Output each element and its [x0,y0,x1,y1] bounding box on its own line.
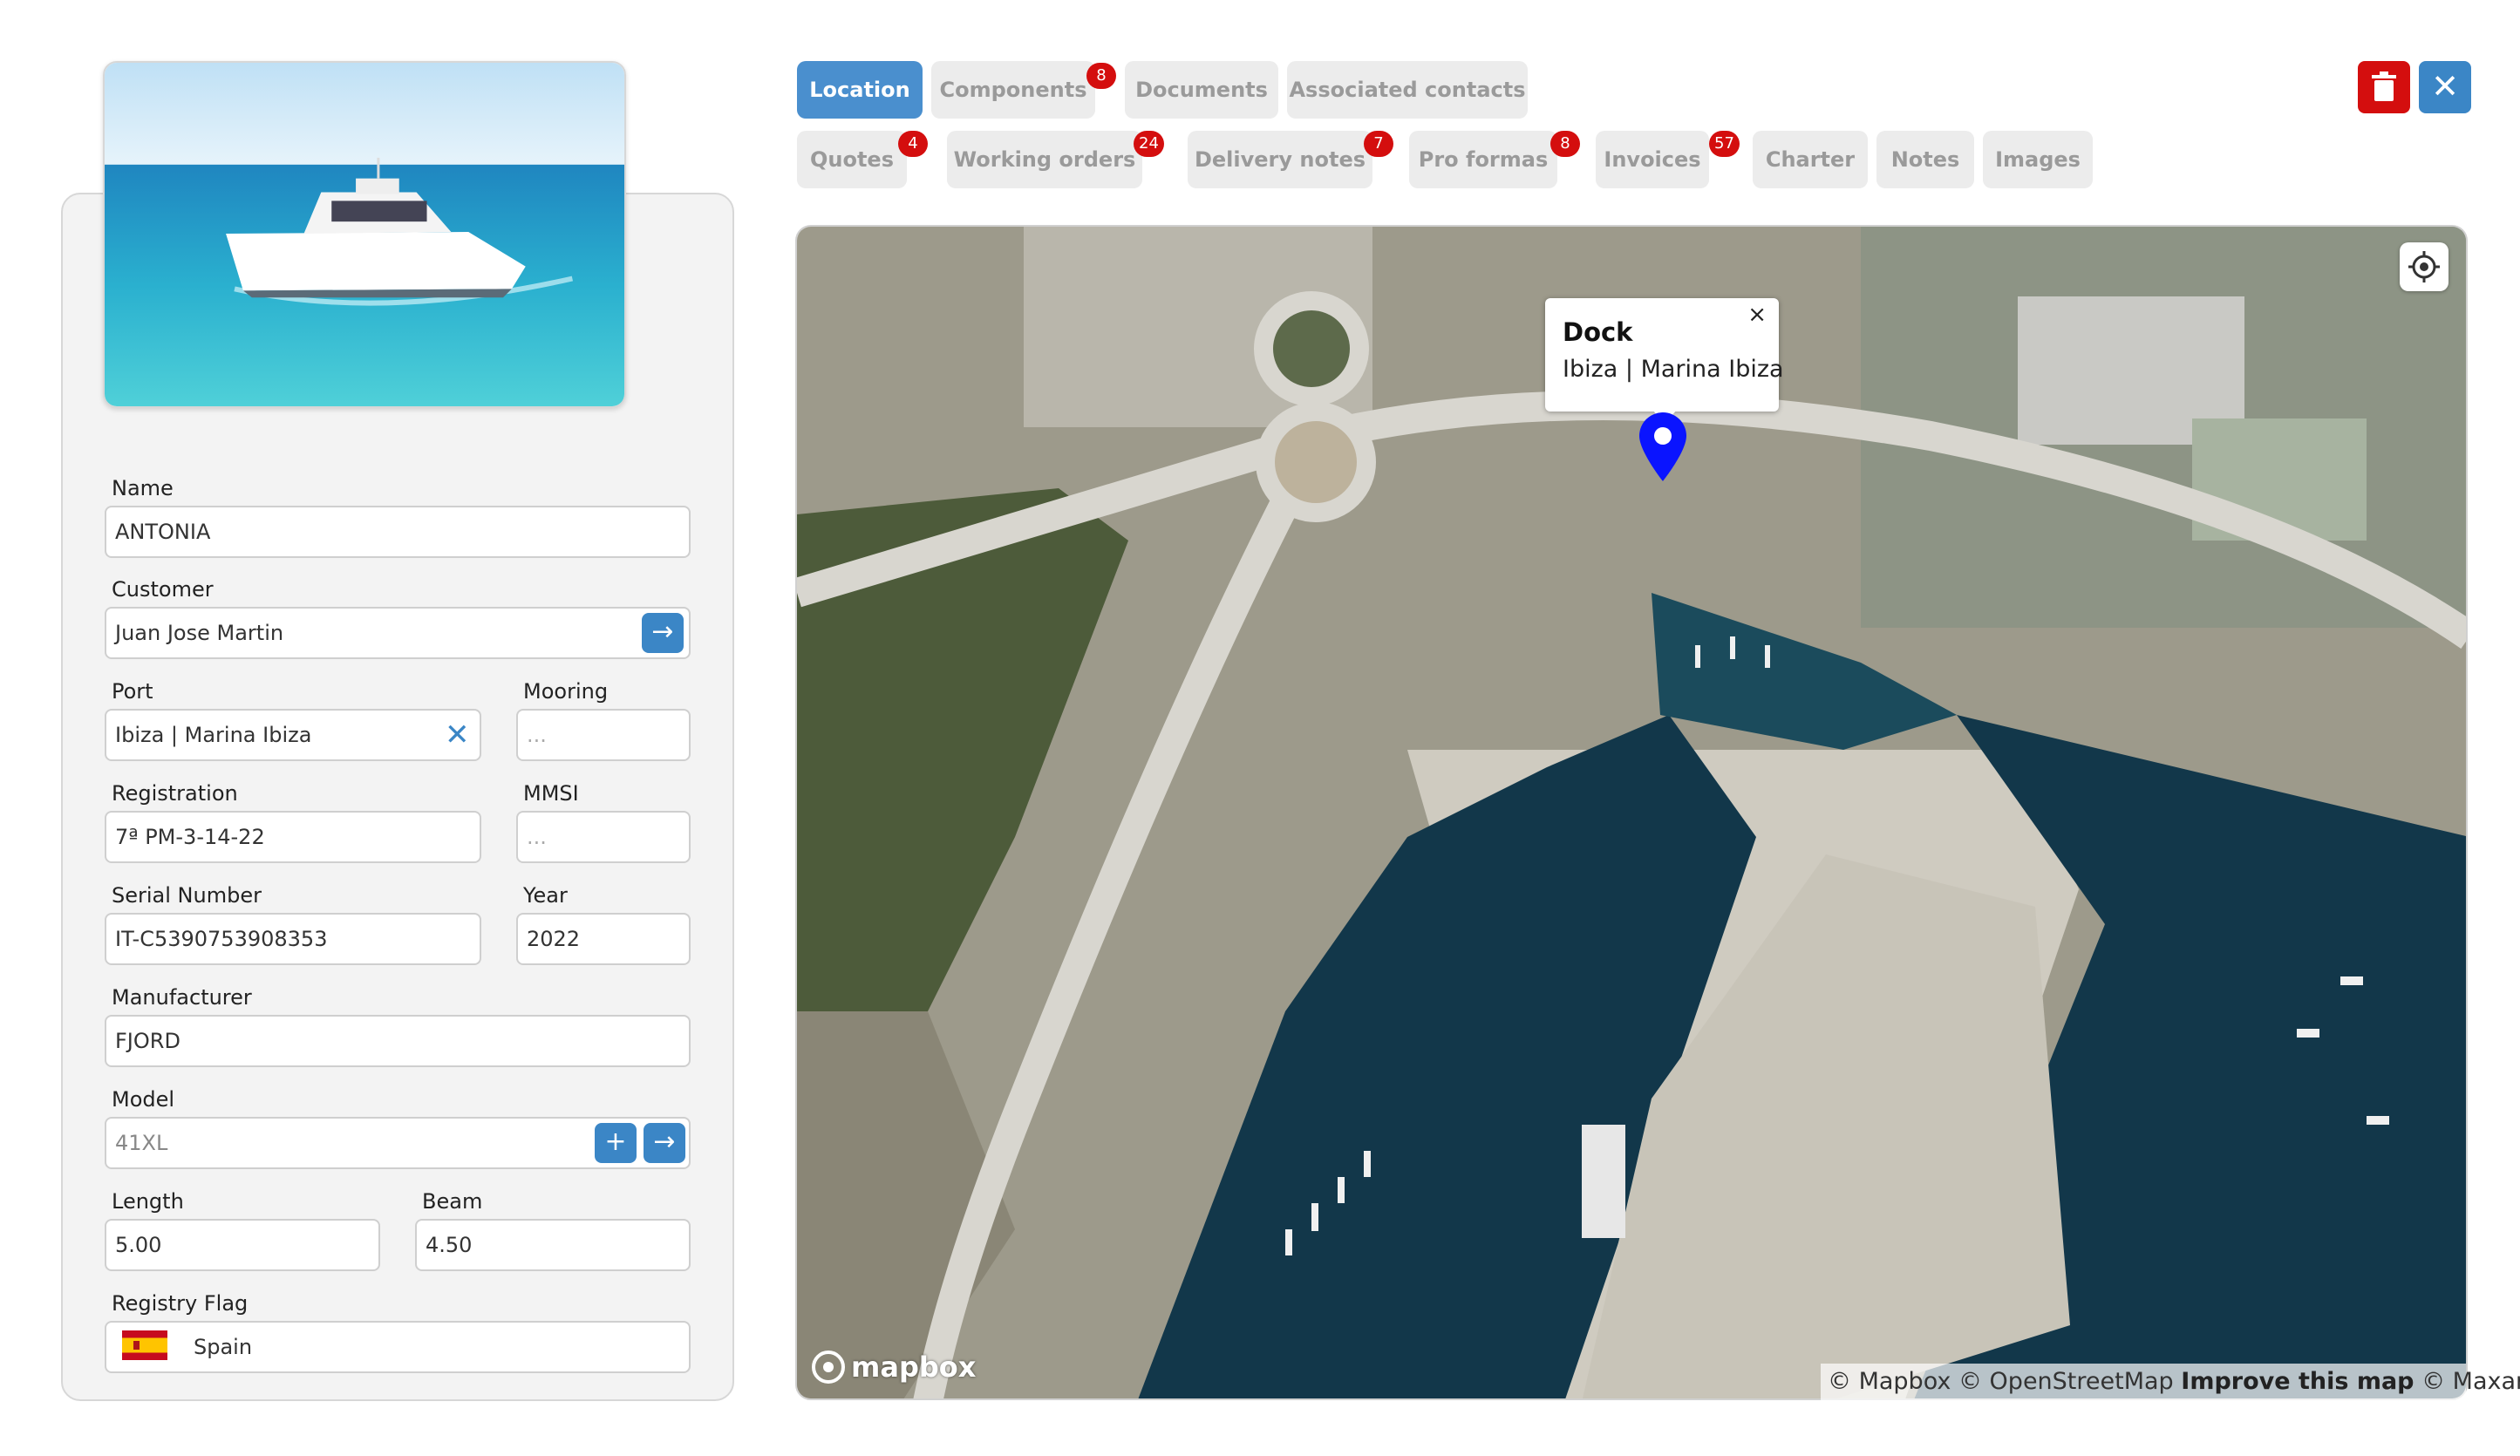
registry-flag-select[interactable]: Spain [105,1321,691,1373]
pro-formas-count-badge: 8 [1550,131,1580,157]
tab-label: Quotes [809,147,894,172]
popup-title: Dock [1563,317,1633,347]
customer-input[interactable]: Juan Jose Martin [105,607,691,659]
boat-image [105,63,624,406]
beam-label: Beam [422,1189,483,1214]
tab-label: Notes [1890,147,1960,172]
clear-port-icon[interactable]: ✕ [445,720,470,750]
mapbox-logo-icon [812,1351,845,1384]
port-input[interactable]: Ibiza | Marina Ibiza [105,709,481,761]
tab-label: Associated contacts [1289,78,1526,102]
open-model-button[interactable]: → [644,1123,685,1163]
tab-working-orders[interactable]: Working orders [947,131,1142,188]
registration-input[interactable]: 7ª PM-3-14-22 [105,811,481,863]
popup-close-icon[interactable]: × [1747,302,1767,328]
arrow-right-icon: → [651,616,674,647]
trash-icon [2372,71,2396,101]
name-label: Name [112,476,174,500]
name-input[interactable]: ANTONIA [105,506,691,558]
popup-subtitle: Ibiza | Marina Ibiza [1563,356,1784,383]
open-customer-button[interactable]: → [642,613,684,653]
delivery-notes-count-badge: 7 [1364,131,1393,157]
length-label: Length [112,1189,184,1214]
year-input[interactable]: 2022 [516,913,691,965]
year-label: Year [523,883,568,908]
working-orders-count-badge: 24 [1134,131,1164,157]
arrow-right-icon: → [653,1126,676,1157]
mmsi-label: MMSI [523,781,579,806]
tab-notes[interactable]: Notes [1876,131,1974,188]
crosshair-icon [2408,251,2440,282]
tab-label: Working orders [953,147,1136,172]
map-pin-icon[interactable] [1636,410,1690,481]
beam-input[interactable]: 4.50 [415,1219,691,1271]
improve-map-link[interactable]: Improve this map [2181,1368,2414,1395]
length-input[interactable]: 5.00 [105,1219,380,1271]
tab-label: Invoices [1604,147,1701,172]
model-label: Model [112,1087,175,1112]
manufacturer-input[interactable]: FJORD [105,1015,691,1067]
tab-location[interactable]: Location [797,61,923,119]
mooring-input[interactable]: ... [516,709,691,761]
vessel-photo[interactable] [103,61,626,408]
marker-popup: Dock Ibiza | Marina Ibiza × [1545,298,1784,412]
delete-button[interactable] [2358,61,2410,113]
tab-label: Components [939,78,1087,102]
tab-documents[interactable]: Documents [1125,61,1278,119]
serial-number-input[interactable]: IT-C5390753908353 [105,913,481,965]
tab-delivery-notes[interactable]: Delivery notes [1188,131,1372,188]
registration-label: Registration [112,781,238,806]
close-icon: ✕ [2431,67,2459,105]
tab-pro-formas[interactable]: Pro formas [1409,131,1557,188]
mmsi-input[interactable]: ... [516,811,691,863]
map-attribution: © Mapbox © OpenStreetMap Improve this ma… [1821,1364,2520,1400]
manufacturer-label: Manufacturer [112,985,252,1010]
geolocate-button[interactable] [2400,242,2448,291]
osm-attribution-link[interactable]: © OpenStreetMap [1958,1368,2174,1395]
tab-charter[interactable]: Charter [1753,131,1868,188]
tab-label: Images [1995,147,2081,172]
components-count-badge: 8 [1086,63,1116,89]
mapbox-logo[interactable]: mapbox [811,1350,976,1385]
add-model-button[interactable]: + [595,1123,637,1163]
tab-invoices[interactable]: Invoices [1596,131,1709,188]
tab-quotes[interactable]: Quotes [797,131,907,188]
quotes-count-badge: 4 [898,131,928,157]
tab-images[interactable]: Images [1983,131,2093,188]
mapbox-attribution-link[interactable]: © Mapbox [1828,1368,1951,1395]
tab-label: Pro formas [1418,147,1549,172]
customer-label: Customer [112,577,214,602]
mooring-label: Mooring [523,679,609,704]
tab-label: Charter [1765,147,1856,172]
spain-flag-icon [122,1330,167,1360]
tab-associated-contacts[interactable]: Associated contacts [1287,61,1528,119]
mapbox-logo-text: mapbox [851,1351,977,1384]
registry-flag-label: Registry Flag [112,1291,249,1316]
port-label: Port [112,679,153,704]
tab-label: Delivery notes [1194,147,1366,172]
serial-number-label: Serial Number [112,883,262,908]
tab-label: Documents [1135,78,1268,102]
maxar-attribution-link[interactable]: © Maxar [2421,1368,2520,1395]
tab-components[interactable]: Components [931,61,1095,119]
close-button[interactable]: ✕ [2419,61,2471,113]
tab-label: Location [809,78,910,102]
plus-icon: + [604,1126,627,1157]
invoices-count-badge: 57 [1709,131,1740,157]
